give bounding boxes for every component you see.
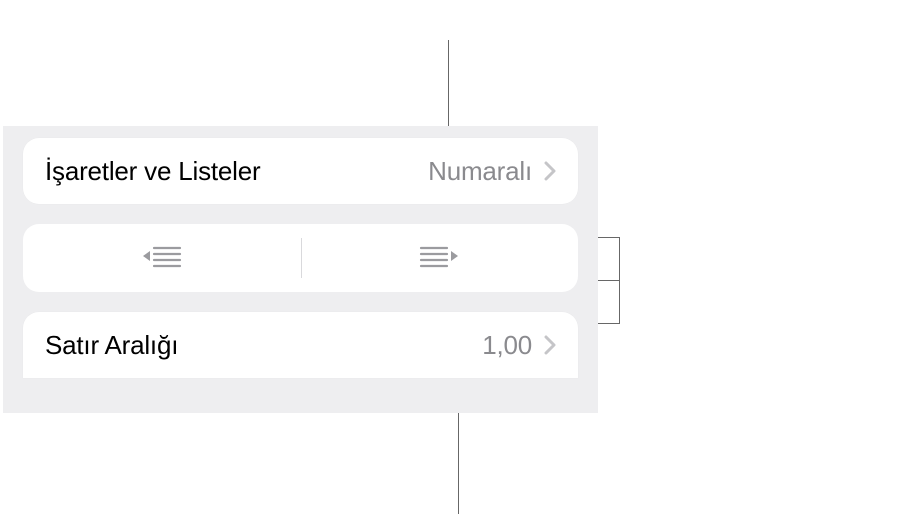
callout-bracket-top [598, 237, 620, 238]
indent-button[interactable] [301, 224, 579, 292]
chevron-right-icon [544, 161, 556, 181]
format-panel: İşaretler ve Listeler Numaralı [3, 126, 598, 413]
bullets-and-lists-row[interactable]: İşaretler ve Listeler Numaralı [23, 138, 578, 204]
chevron-right-icon [544, 335, 556, 355]
line-spacing-value: 1,00 [482, 330, 532, 361]
outdent-button[interactable] [23, 224, 301, 292]
callout-bracket-bottom [598, 323, 620, 324]
bullets-and-lists-label: İşaretler ve Listeler [45, 156, 428, 187]
indent-icon [417, 242, 461, 275]
bullets-and-lists-value: Numaralı [428, 156, 532, 187]
line-spacing-row[interactable]: Satır Aralığı 1,00 [23, 312, 578, 378]
indent-segmented-control [23, 224, 578, 292]
callout-bracket-mid [598, 280, 620, 281]
outdent-icon [140, 242, 184, 275]
line-spacing-label: Satır Aralığı [45, 330, 482, 361]
